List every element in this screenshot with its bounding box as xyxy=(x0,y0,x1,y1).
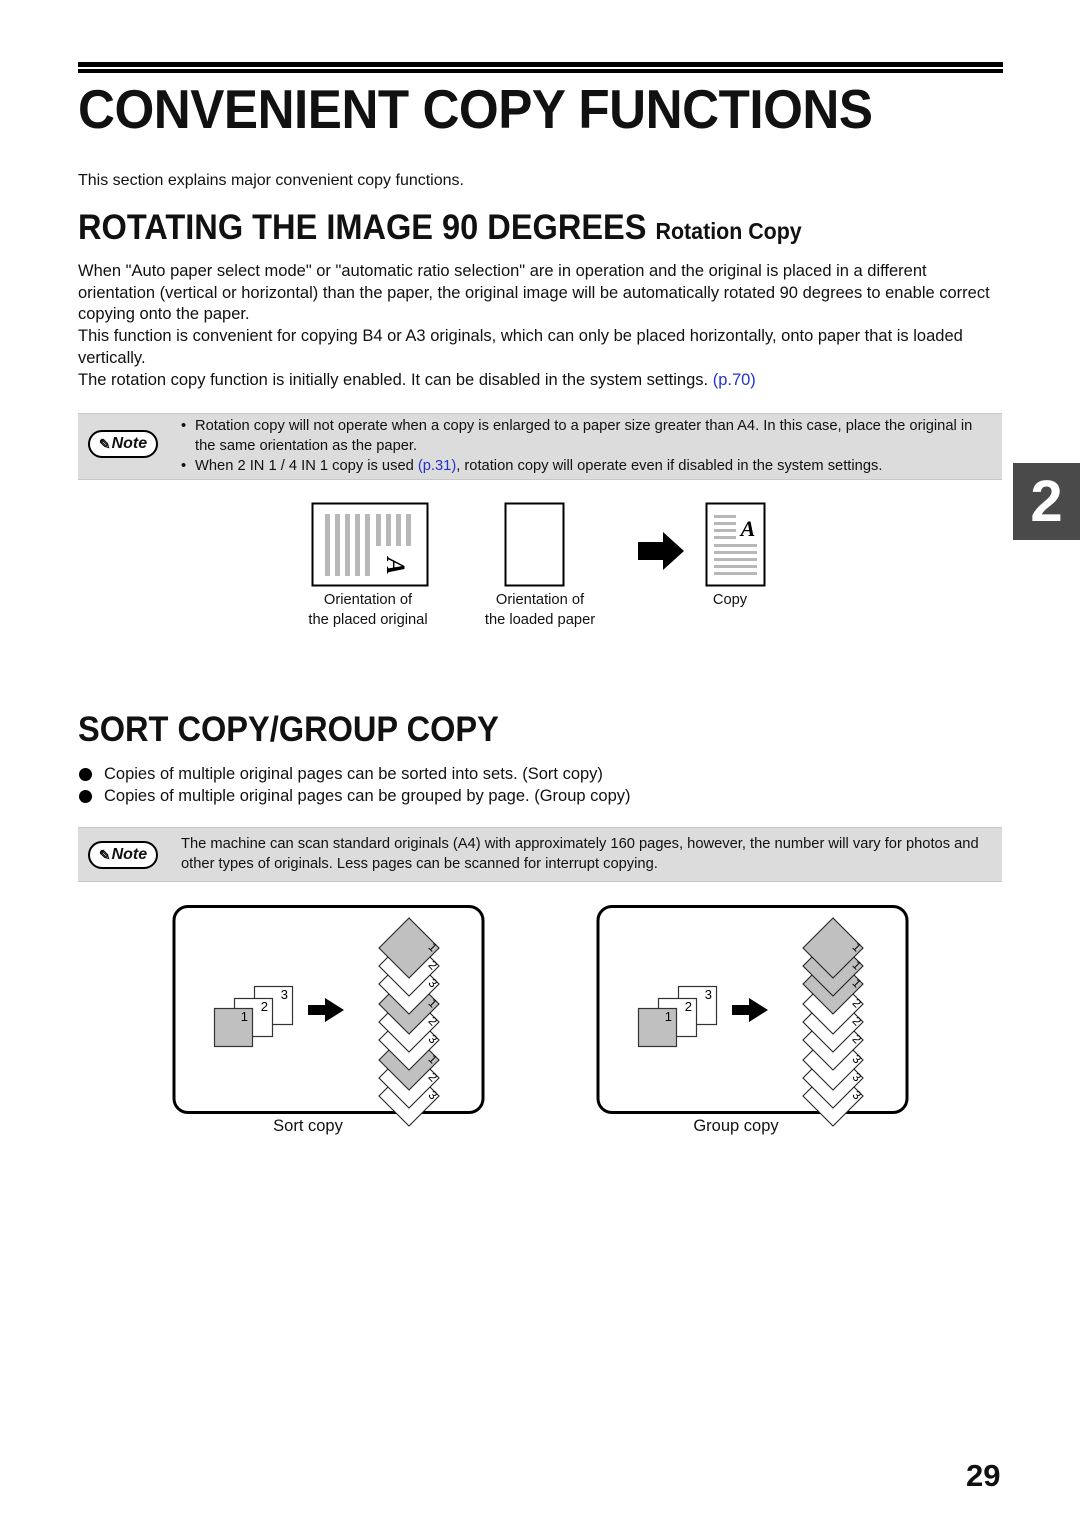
page-number: 29 xyxy=(966,1458,1001,1493)
original-page: 1 xyxy=(637,1007,678,1048)
sort-group-figures: 321 321321321 321 333222111 xyxy=(172,905,909,1127)
sort-copy-caption: Sort copy xyxy=(273,1117,343,1135)
page-number-label: 3 xyxy=(705,987,712,1002)
page-number-label: 1 xyxy=(241,1009,248,1024)
page-number-label: 2 xyxy=(685,999,692,1014)
page-number-label: 3 xyxy=(281,987,288,1002)
group-output-stack: 333222111 xyxy=(802,917,864,1127)
page-number-label: 1 xyxy=(665,1009,672,1024)
original-page: 1 xyxy=(213,1007,254,1048)
sort-output-stack: 321321321 xyxy=(378,917,440,1127)
page-number-label: 2 xyxy=(261,999,268,1014)
group-copy-caption: Group copy xyxy=(693,1117,779,1135)
